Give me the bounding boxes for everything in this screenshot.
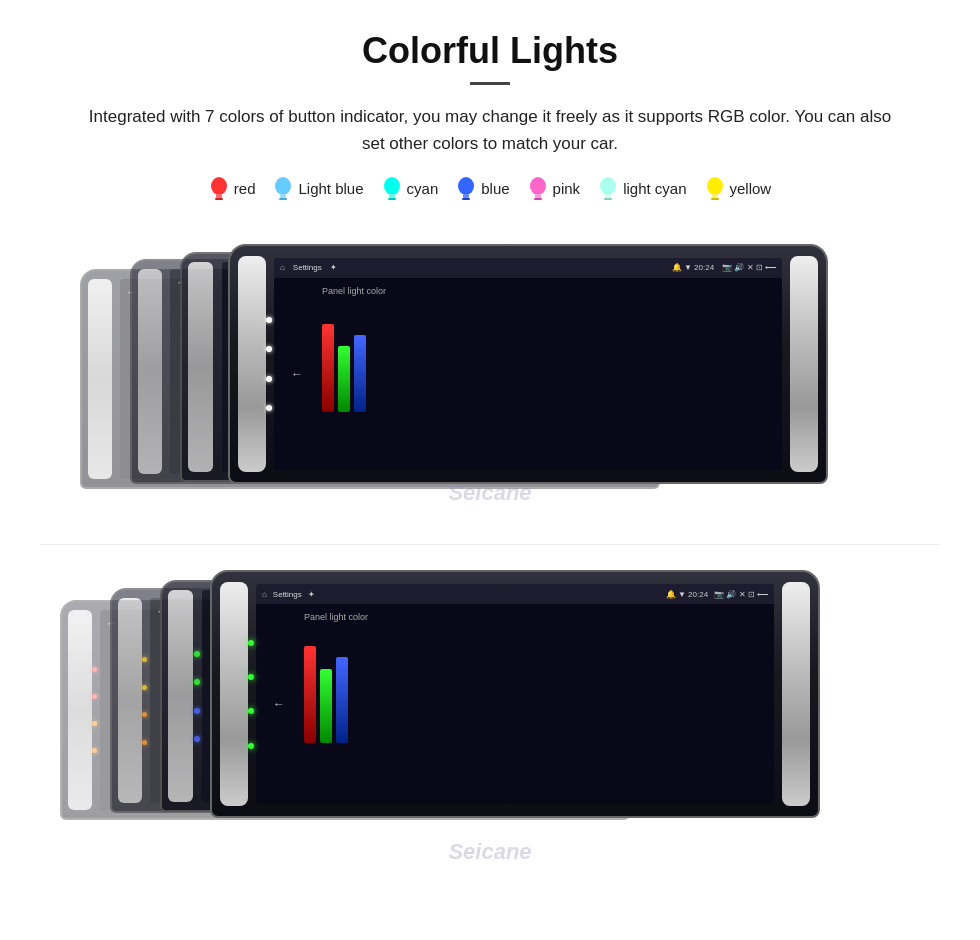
car-section-top: ← ← ← (40, 231, 940, 526)
svg-point-6 (384, 177, 400, 195)
svg-rect-16 (605, 194, 611, 198)
color-item-cyan: cyan (382, 175, 439, 201)
color-item-lightcyan: light cyan (598, 175, 686, 201)
bulb-icon-yellow (705, 175, 725, 201)
panel-label-bottom: Panel light color (304, 612, 766, 622)
color-label-pink: pink (553, 180, 581, 197)
bulb-icon-pink (528, 175, 548, 201)
watermark-bottom: Seicane (448, 839, 531, 865)
svg-point-15 (600, 177, 616, 195)
svg-point-18 (707, 177, 723, 195)
svg-rect-19 (712, 194, 718, 198)
watermark-top: Seicane (448, 480, 531, 506)
svg-point-3 (275, 177, 291, 195)
page-container: Colorful Lights Integrated with 7 colors… (0, 0, 980, 908)
car-stack-bottom: ← ← (60, 570, 920, 860)
svg-rect-1 (216, 194, 222, 198)
svg-point-12 (530, 177, 546, 195)
page-title: Colorful Lights (40, 30, 940, 72)
bulb-icon-cyan (382, 175, 402, 201)
color-indicators: red Light blue cyan (40, 175, 940, 201)
svg-rect-10 (463, 194, 469, 198)
svg-rect-13 (535, 194, 541, 198)
bulb-icon-red (209, 175, 229, 201)
description: Integrated with 7 colors of button indic… (80, 103, 900, 157)
svg-rect-14 (534, 198, 542, 200)
section-divider (40, 544, 940, 545)
bulb-icon-blue (456, 175, 476, 201)
car-section-bottom: ← ← (40, 560, 940, 870)
svg-rect-11 (462, 198, 470, 200)
car-stack-top: ← ← ← (80, 244, 900, 514)
svg-rect-17 (604, 198, 612, 200)
svg-rect-4 (280, 194, 286, 198)
color-label-lightcyan: light cyan (623, 180, 686, 197)
color-item-blue: blue (456, 175, 509, 201)
color-item-pink: pink (528, 175, 581, 201)
svg-rect-5 (279, 198, 287, 200)
bulb-icon-lightblue (273, 175, 293, 201)
color-label-yellow: yellow (730, 180, 772, 197)
car-main-bottom: ⌂ Settings ✦ 🔔 ▼ 20:24 📷 🔊 ✕ ⊡ ⟵ ← (210, 570, 820, 818)
color-label-red: red (234, 180, 256, 197)
car-main-top: ⌂ Settings ✦ 🔔 ▼ 20:24 📷 🔊 ✕ ⊡ ⟵ ← (228, 244, 828, 484)
svg-rect-8 (388, 198, 396, 200)
svg-point-0 (211, 177, 227, 195)
color-item-lightblue: Light blue (273, 175, 363, 201)
title-divider (470, 82, 510, 85)
color-label-lightblue: Light blue (298, 180, 363, 197)
svg-rect-2 (215, 198, 223, 200)
panel-label: Panel light color (322, 286, 774, 296)
bulb-icon-lightcyan (598, 175, 618, 201)
color-item-red: red (209, 175, 256, 201)
svg-rect-7 (389, 194, 395, 198)
color-label-cyan: cyan (407, 180, 439, 197)
svg-rect-20 (711, 198, 719, 200)
color-item-yellow: yellow (705, 175, 772, 201)
svg-point-9 (458, 177, 474, 195)
color-label-blue: blue (481, 180, 509, 197)
